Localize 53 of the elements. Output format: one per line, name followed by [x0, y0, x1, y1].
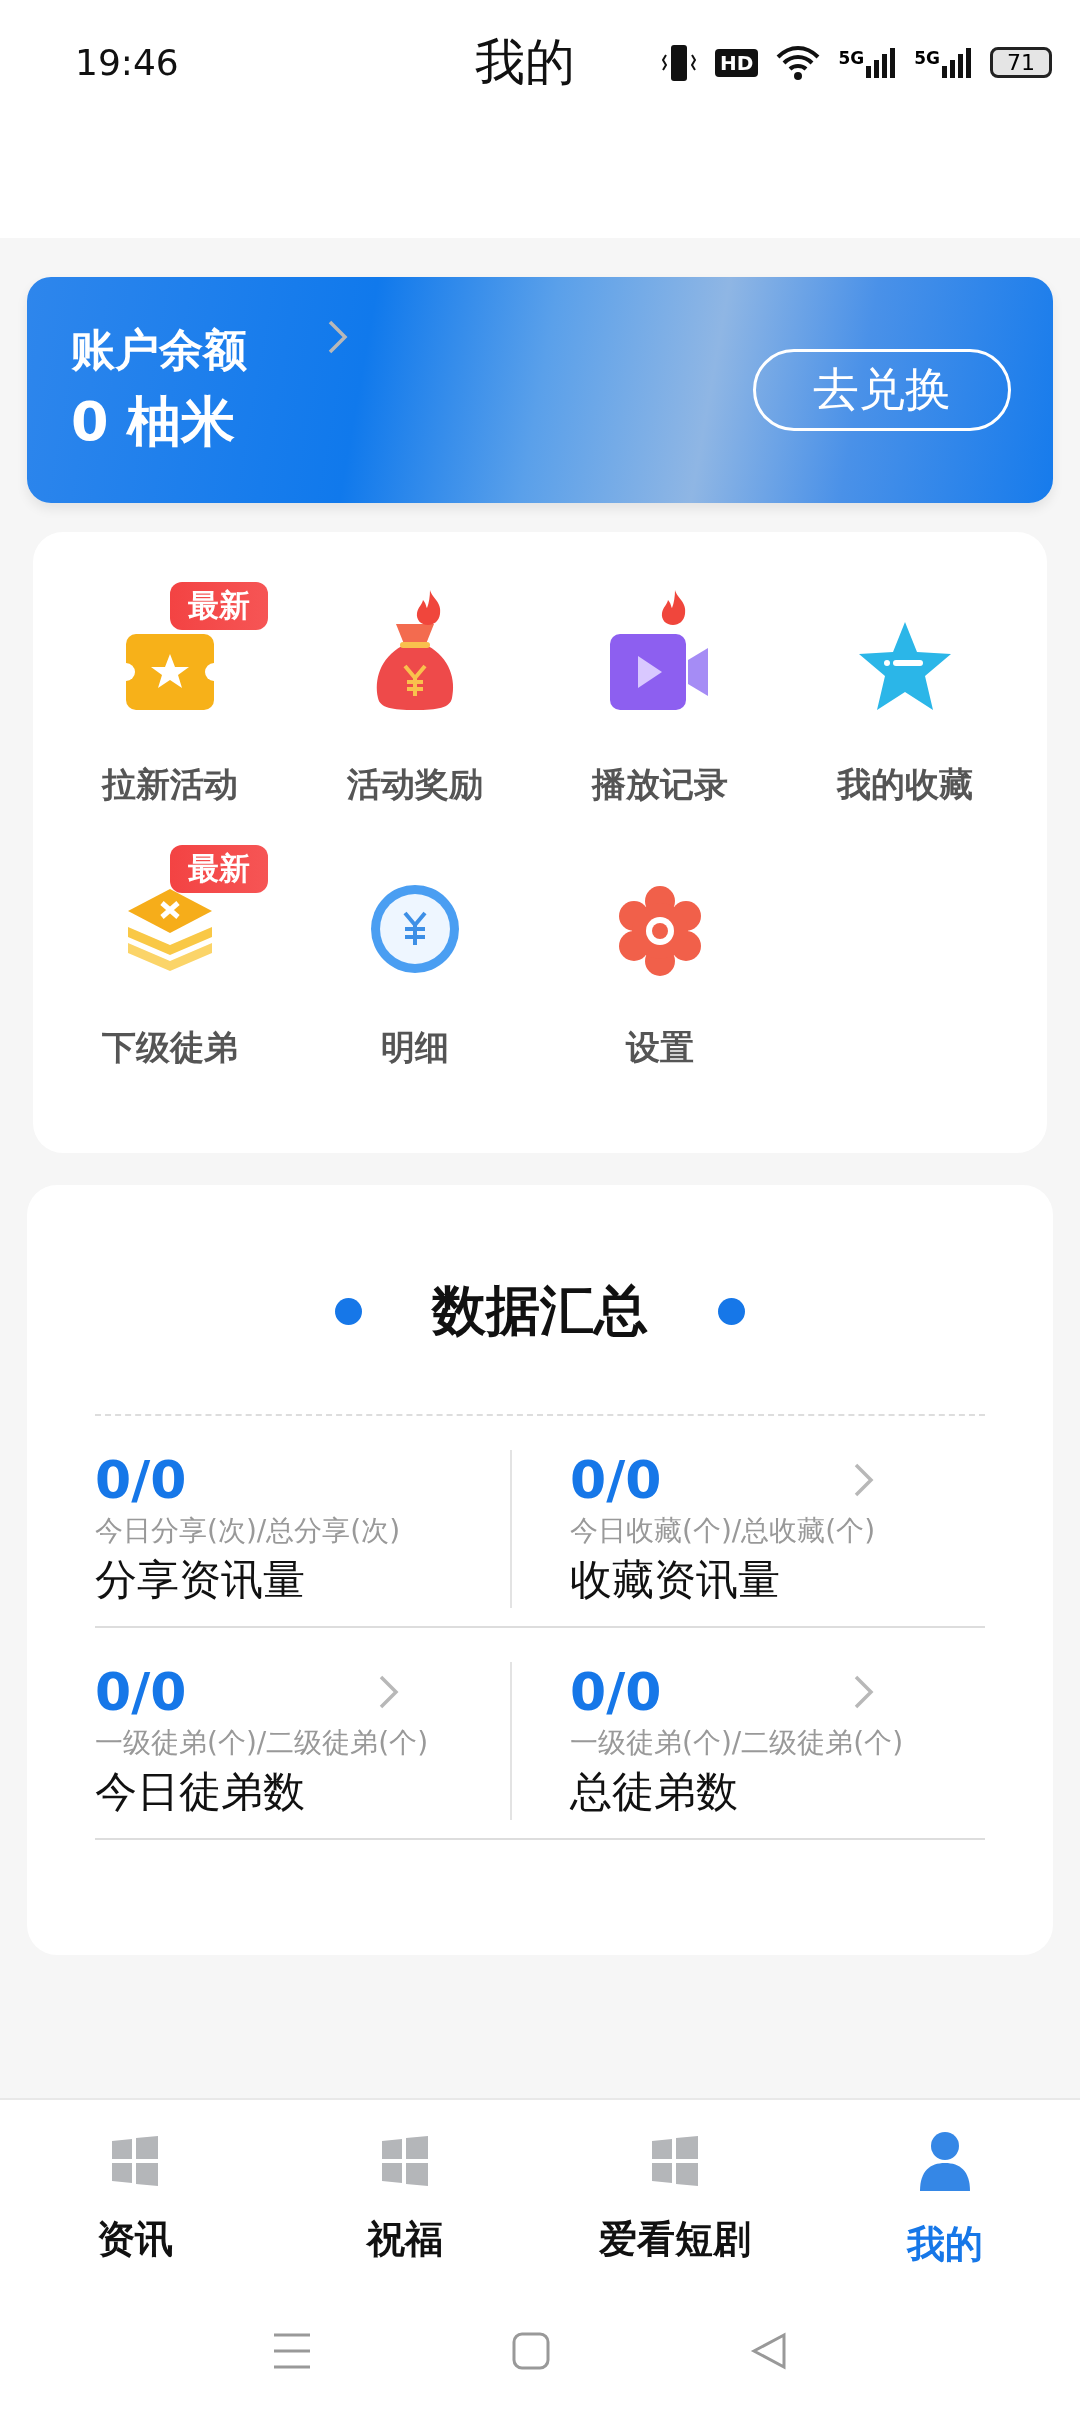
- nav-tab[interactable]: 爱看短剧: [540, 2100, 810, 2290]
- nav-tab[interactable]: 我的: [810, 2100, 1080, 2290]
- dot-icon: [335, 1298, 362, 1325]
- stat-label: 收藏资讯量: [570, 1554, 781, 1606]
- new-badge: 最新: [170, 845, 268, 893]
- menu-item[interactable]: 活动奖励: [292, 582, 537, 845]
- hd-indicator: HD: [715, 48, 759, 77]
- stat-caption: 今日分享(次)/总分享(次): [95, 1513, 402, 1549]
- menu-label: 设置: [625, 1026, 694, 1069]
- nav-tab[interactable]: 祝福: [270, 2100, 540, 2290]
- summary-title: 数据汇总: [432, 1278, 648, 1344]
- stat-caption: 一级徒弟(个)/二级徒弟(个): [95, 1725, 430, 1761]
- window-grid-icon: [380, 2135, 430, 2186]
- stat-label: 分享资讯量: [95, 1554, 306, 1606]
- stat-label: 总徒弟数: [570, 1766, 739, 1818]
- menu-item[interactable]: 最新 拉新活动: [47, 582, 292, 845]
- signal-indicator: 5G: [838, 47, 897, 78]
- stat-label: 今日徒弟数: [95, 1766, 306, 1818]
- new-badge: 最新: [170, 582, 268, 630]
- stat-caption: 一级徒弟(个)/二级徒弟(个): [570, 1725, 905, 1761]
- back-icon[interactable]: [750, 2332, 788, 2370]
- menu-icon[interactable]: [272, 2332, 312, 2370]
- vibrate-icon: [661, 42, 698, 83]
- stat-value: 0/0: [95, 1662, 187, 1722]
- menu-label: 下级徒弟: [101, 1026, 238, 1069]
- window-grid-icon: [650, 2135, 700, 2186]
- menu-label: 明细: [380, 1026, 449, 1069]
- menu-item[interactable]: 设置: [537, 845, 782, 1108]
- stat-value: 0/0: [95, 1450, 187, 1510]
- nav-tab[interactable]: 资讯: [0, 2100, 270, 2290]
- signal-indicator: 5G: [914, 47, 972, 78]
- dot-icon: [718, 1298, 745, 1325]
- stat-caption: 今日收藏(个)/总收藏(个): [570, 1513, 877, 1549]
- window-grid-icon: [110, 2135, 160, 2186]
- chevron-right-icon: [327, 319, 349, 355]
- menu-item[interactable]: 明细: [292, 845, 537, 1108]
- menu-item[interactable]: 最新 下级徒弟: [47, 845, 292, 1108]
- balance-label: 账户余额: [71, 323, 247, 377]
- page-title: 我的: [475, 32, 575, 93]
- person-icon: [918, 2130, 972, 2191]
- menu-label: 我的收藏: [836, 763, 973, 806]
- menu-item[interactable]: 我的收藏: [782, 582, 1027, 845]
- balance-amount: 0 柚米: [71, 389, 237, 455]
- battery-indicator: 71: [990, 47, 1052, 78]
- wifi-icon: [776, 44, 821, 81]
- menu-item[interactable]: 播放记录: [537, 582, 782, 845]
- stat-value: 0/0: [570, 1450, 662, 1510]
- home-icon[interactable]: [512, 2332, 550, 2370]
- status-time: 19:46: [75, 42, 180, 83]
- menu-label: 活动奖励: [346, 763, 483, 806]
- stat-value: 0/0: [570, 1662, 662, 1722]
- menu-label: 拉新活动: [101, 763, 238, 806]
- menu-label: 播放记录: [591, 763, 728, 806]
